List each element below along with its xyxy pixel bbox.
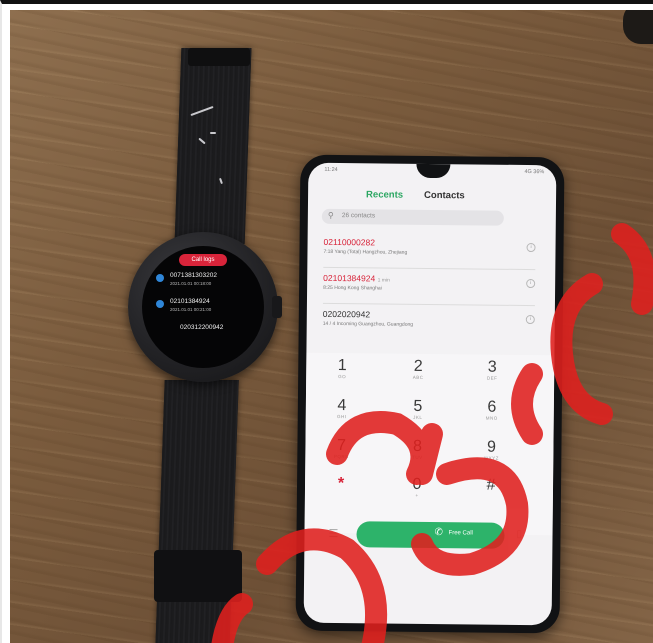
recent-call-row[interactable]: 02110000282 7:18 Yang (Total) Hangzhou, … xyxy=(323,236,536,257)
background-object xyxy=(623,10,653,44)
watch-strap-top xyxy=(174,48,252,244)
search-icon: ⚲ xyxy=(327,210,334,220)
recent-call-detail: 8:25 Hong Kong Shanghai xyxy=(323,284,382,292)
dial-key-0[interactable]: 0 + xyxy=(387,476,447,499)
info-icon[interactable]: i xyxy=(526,243,536,253)
watch-call-time: 2021.01.01 00:18:00 xyxy=(170,281,212,286)
dial-key-star[interactable]: * xyxy=(311,475,371,493)
watch-call-number: 0071381303202 xyxy=(170,272,217,279)
dial-key-3[interactable]: 3 DEF xyxy=(462,358,522,381)
divider xyxy=(322,302,535,307)
call-button[interactable]: ✆ Free Call xyxy=(356,521,505,549)
call-log-dot-icon xyxy=(156,300,164,308)
watch-call-time: 2021.01.01 00:21:00 xyxy=(170,307,212,312)
dial-key-7[interactable]: 7 PQRS xyxy=(311,437,371,460)
dialpad: 1 GO 2 ABC 3 DEF 4 GHI 5 JKL 6 MNO 7 PQRS 8 TUV … xyxy=(304,352,555,536)
call-log-dot-icon xyxy=(156,274,164,282)
photo-frame: Call logs 0071381303202 2021.01.01 00:18… xyxy=(0,0,653,643)
call-button-label: Free Call xyxy=(448,530,473,537)
dialer-bottom-bar: ☰ ✆ Free Call ▯ xyxy=(304,515,552,558)
phone-dialer-screen: 11:24 4G 36% Recents Contacts ⚲ 26 conta… xyxy=(303,162,557,626)
tab-contacts[interactable]: Contacts xyxy=(424,190,465,201)
divider xyxy=(323,266,536,271)
menu-icon[interactable]: ☰ xyxy=(328,527,338,540)
search-placeholder: 26 contacts xyxy=(341,212,376,220)
smartphone: 11:24 4G 36% Recents Contacts ⚲ 26 conta… xyxy=(295,154,565,634)
info-icon[interactable]: i xyxy=(526,279,536,289)
status-indicators: 4G 36% xyxy=(524,168,545,176)
dial-key-1[interactable]: 1 GO xyxy=(312,357,372,380)
smartwatch-screen[interactable]: Call logs 0071381303202 2021.01.01 00:18… xyxy=(142,246,264,368)
strap-reflection xyxy=(210,132,216,134)
recent-call-number: 0202020942 xyxy=(322,308,371,320)
info-icon[interactable]: i xyxy=(525,314,535,325)
phone-icon: ✆ xyxy=(434,527,443,539)
status-bar: 11:24 4G 36% xyxy=(324,167,544,175)
watch-call-number: 020312200942 xyxy=(180,324,224,331)
dialer-tabs: Recents Contacts xyxy=(308,189,556,208)
watch-strap-tip xyxy=(188,48,250,66)
dial-key-hash[interactable]: # xyxy=(461,476,521,494)
wooden-table-photo: Call logs 0071381303202 2021.01.01 00:18… xyxy=(10,10,653,643)
dial-key-8[interactable]: 8 TUV xyxy=(387,438,447,461)
watch-call-logs-title: Call logs xyxy=(179,254,227,266)
dial-key-2[interactable]: 2 ABC xyxy=(388,358,448,381)
watch-call-number: 02101384924 xyxy=(170,298,210,305)
dial-key-4[interactable]: 4 GHI xyxy=(312,397,372,420)
dial-key-5[interactable]: 5 JKL xyxy=(388,398,448,421)
watch-strap-bottom xyxy=(155,380,239,643)
status-time: 11:24 xyxy=(324,166,338,174)
recent-call-detail: 7:18 Yang (Total) Hangzhou, Zhejiang xyxy=(323,248,408,256)
contacts-search-input[interactable]: ⚲ 26 contacts xyxy=(321,208,504,226)
watch-clasp xyxy=(154,550,242,602)
tab-recents[interactable]: Recents xyxy=(366,189,403,200)
watch-crown-button[interactable] xyxy=(272,296,282,318)
recent-call-row[interactable]: 0202020942 14 / 4 Incoming Guangzhou, Gu… xyxy=(323,309,535,329)
sim-card-icon[interactable]: ▯ xyxy=(516,529,522,540)
dial-key-9[interactable]: 9 WXYZ xyxy=(461,438,521,461)
call-duration-badge: 1 min xyxy=(377,277,390,284)
recent-call-detail: 14 / 4 Incoming Guangzhou, Guangdong xyxy=(322,320,414,328)
recent-call-row[interactable]: 02101384924 1 min 8:25 Hong Kong Shangha… xyxy=(323,272,536,293)
recent-call-number: 02101384924 1 min xyxy=(323,272,390,284)
dial-key-6[interactable]: 6 MNO xyxy=(462,398,522,421)
recent-call-number: 02110000282 xyxy=(323,236,376,248)
